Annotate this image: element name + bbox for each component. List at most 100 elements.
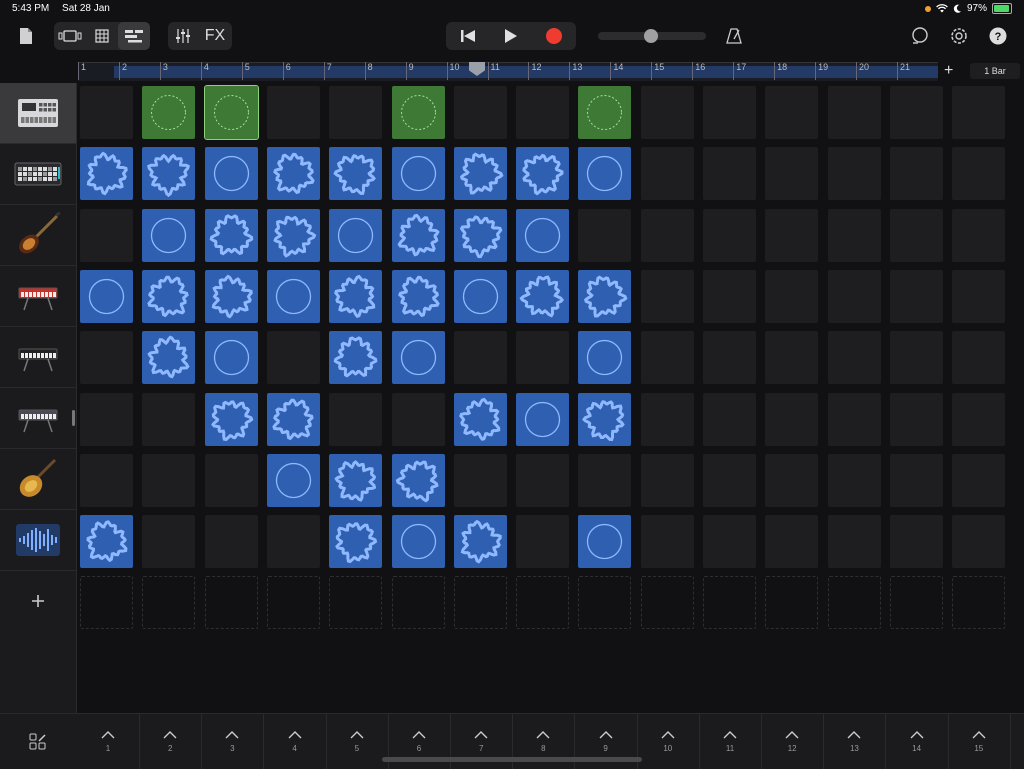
- loop-cell[interactable]: [329, 331, 383, 385]
- loop-cell[interactable]: [142, 331, 196, 385]
- loop-cell[interactable]: [266, 208, 320, 262]
- drum-loop-cell[interactable]: [142, 86, 196, 139]
- tracks-view-button[interactable]: [118, 22, 150, 50]
- loop-cell[interactable]: [578, 147, 632, 201]
- empty-cell[interactable]: [703, 86, 756, 139]
- empty-cell[interactable]: [765, 331, 819, 385]
- loop-cell[interactable]: [204, 392, 258, 446]
- empty-cell[interactable]: [640, 86, 694, 139]
- new-track-cell[interactable]: [765, 576, 819, 630]
- empty-cell[interactable]: [142, 392, 196, 446]
- new-track-cell[interactable]: [204, 576, 258, 630]
- empty-cell[interactable]: [516, 453, 570, 507]
- track-header-synth-keyboard[interactable]: [0, 327, 76, 388]
- new-track-cell[interactable]: [703, 576, 756, 630]
- loop-cell[interactable]: [391, 453, 445, 507]
- empty-cell[interactable]: [578, 453, 632, 507]
- empty-cell[interactable]: [204, 515, 258, 569]
- loop-cell[interactable]: [329, 453, 383, 507]
- empty-cell[interactable]: [765, 453, 819, 507]
- drum-loop-cell[interactable]: [391, 86, 445, 139]
- new-track-cell[interactable]: [391, 576, 445, 630]
- column-trigger-5[interactable]: 5: [326, 714, 389, 769]
- empty-cell[interactable]: [889, 453, 943, 507]
- loop-cell[interactable]: [453, 147, 507, 201]
- loop-browser-button[interactable]: [908, 22, 932, 50]
- loop-cell[interactable]: [80, 147, 133, 201]
- loop-cell[interactable]: [80, 515, 133, 569]
- fx-button[interactable]: FX: [198, 22, 232, 50]
- live-loops-grid-button[interactable]: [86, 22, 118, 50]
- go-to-beginning-button[interactable]: [446, 22, 489, 50]
- empty-cell[interactable]: [516, 515, 570, 569]
- loop-cell[interactable]: [391, 331, 445, 385]
- browser-view-button[interactable]: [54, 22, 86, 50]
- empty-cell[interactable]: [204, 453, 258, 507]
- empty-cell[interactable]: [889, 147, 943, 201]
- empty-cell[interactable]: [453, 331, 507, 385]
- add-section-button[interactable]: +: [944, 62, 953, 80]
- loop-cell[interactable]: [266, 147, 320, 201]
- my-songs-button[interactable]: [14, 22, 38, 50]
- empty-cell[interactable]: [453, 453, 507, 507]
- drum-loop-cell[interactable]: [578, 86, 632, 139]
- empty-cell[interactable]: [703, 208, 756, 262]
- add-track-button[interactable]: [0, 571, 76, 631]
- empty-cell[interactable]: [952, 331, 1006, 385]
- new-track-cell[interactable]: [142, 576, 196, 630]
- timeline-ruler[interactable]: 1 2 3 4 5 6 7 8 9 10 11 12 13 14 15 16 17 18 19 20 21 + 1 Ba…: [78, 60, 1024, 82]
- track-header-audio-recorder[interactable]: [0, 510, 76, 571]
- empty-cell[interactable]: [827, 147, 881, 201]
- empty-cell[interactable]: [516, 331, 570, 385]
- empty-cell[interactable]: [640, 269, 694, 323]
- new-track-cell[interactable]: [516, 576, 570, 630]
- column-trigger-2[interactable]: 2: [139, 714, 203, 769]
- empty-cell[interactable]: [952, 208, 1006, 262]
- column-trigger-4[interactable]: 4: [264, 714, 327, 769]
- empty-cell[interactable]: [640, 392, 694, 446]
- help-button[interactable]: ?: [986, 22, 1010, 50]
- empty-cell[interactable]: [889, 269, 943, 323]
- empty-cell[interactable]: [266, 331, 320, 385]
- loop-cell[interactable]: [391, 208, 445, 262]
- empty-cell[interactable]: [889, 331, 943, 385]
- loop-cell[interactable]: [578, 269, 632, 323]
- loop-cell[interactable]: [516, 392, 570, 446]
- master-volume-slider[interactable]: [598, 29, 706, 43]
- empty-cell[interactable]: [80, 453, 133, 507]
- empty-cell[interactable]: [889, 208, 943, 262]
- empty-cell[interactable]: [640, 147, 694, 201]
- empty-cell[interactable]: [765, 86, 819, 139]
- empty-cell[interactable]: [765, 392, 819, 446]
- track-header-red-keyboard[interactable]: [0, 266, 76, 327]
- empty-cell[interactable]: [578, 208, 632, 262]
- empty-cell[interactable]: [703, 515, 756, 569]
- empty-cell[interactable]: [391, 392, 445, 446]
- loop-cell[interactable]: [329, 515, 383, 569]
- empty-cell[interactable]: [827, 208, 881, 262]
- new-track-cell[interactable]: [889, 576, 943, 630]
- empty-cell[interactable]: [765, 147, 819, 201]
- loop-cell[interactable]: [391, 269, 445, 323]
- mixer-button[interactable]: [168, 22, 198, 50]
- track-header-drum-machine[interactable]: [0, 83, 76, 144]
- column-trigger-12[interactable]: 12: [761, 714, 825, 769]
- loop-cell[interactable]: [578, 331, 632, 385]
- empty-cell[interactable]: [453, 86, 507, 139]
- empty-cell[interactable]: [827, 331, 881, 385]
- empty-cell[interactable]: [80, 208, 133, 262]
- new-track-cell[interactable]: [827, 576, 881, 630]
- empty-cell[interactable]: [703, 331, 756, 385]
- track-header-bass-guitar[interactable]: [0, 205, 76, 266]
- empty-cell[interactable]: [889, 515, 943, 569]
- metronome-button[interactable]: [722, 22, 746, 50]
- loop-cell[interactable]: [516, 147, 570, 201]
- loop-cell[interactable]: [204, 331, 258, 385]
- track-header-workstation-keyboard[interactable]: [0, 388, 76, 449]
- loop-cell[interactable]: [453, 208, 507, 262]
- empty-cell[interactable]: [952, 453, 1006, 507]
- empty-cell[interactable]: [266, 86, 320, 139]
- new-track-cell[interactable]: [80, 576, 133, 630]
- loop-cell[interactable]: [80, 269, 133, 323]
- empty-cell[interactable]: [952, 392, 1006, 446]
